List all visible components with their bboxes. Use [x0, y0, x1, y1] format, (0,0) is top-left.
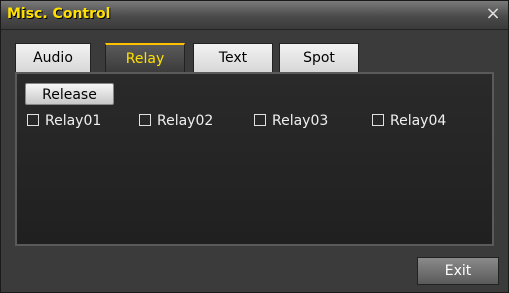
- checkbox-icon: [139, 114, 151, 126]
- exit-button[interactable]: Exit: [417, 257, 499, 285]
- relay04-label: Relay04: [390, 113, 447, 129]
- misc-control-dialog: Misc. Control × Audio Relay Text Spot Re…: [0, 0, 509, 293]
- relay03-checkbox[interactable]: Relay03: [254, 113, 328, 133]
- checkbox-icon: [372, 114, 384, 126]
- dialog-body: Audio Relay Text Spot Release Relay01 Re…: [1, 30, 508, 292]
- title-bar[interactable]: Misc. Control ×: [1, 1, 508, 30]
- tab-audio[interactable]: Audio: [15, 43, 91, 72]
- tab-spot[interactable]: Spot: [279, 43, 359, 72]
- relay02-checkbox[interactable]: Relay02: [139, 113, 213, 133]
- close-icon[interactable]: ×: [484, 4, 502, 24]
- release-button[interactable]: Release: [25, 83, 114, 105]
- relay-panel: Release Relay01 Relay02 Relay03 Relay04: [15, 72, 494, 246]
- tab-text[interactable]: Text: [193, 43, 273, 72]
- relay03-label: Relay03: [272, 113, 329, 129]
- dialog-title: Misc. Control: [7, 6, 111, 22]
- checkbox-icon: [27, 114, 39, 126]
- checkbox-icon: [254, 114, 266, 126]
- relay01-checkbox[interactable]: Relay01: [27, 113, 101, 133]
- tab-relay[interactable]: Relay: [105, 43, 185, 73]
- relay02-label: Relay02: [157, 113, 214, 129]
- relay01-label: Relay01: [45, 113, 102, 129]
- relay04-checkbox[interactable]: Relay04: [372, 113, 446, 133]
